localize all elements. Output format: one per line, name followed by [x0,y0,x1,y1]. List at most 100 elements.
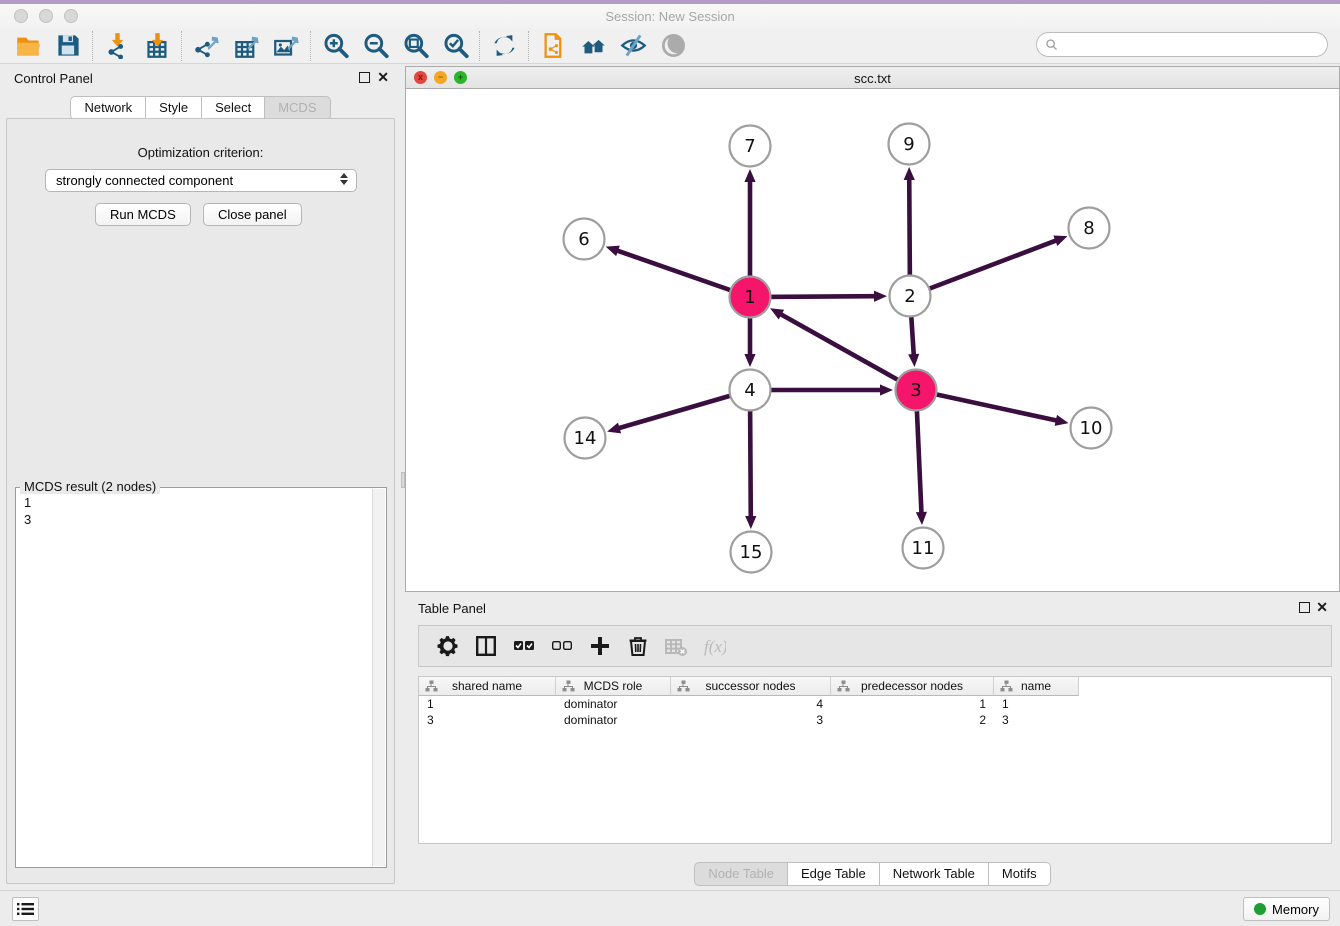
column-header-name[interactable]: name [994,677,1079,696]
deselect-all-icon [550,634,574,658]
duplicate-network-button[interactable] [533,30,573,62]
hide-panel-button[interactable] [613,30,653,62]
tab-edge-table[interactable]: Edge Table [788,862,880,886]
edge-arrow-icon [916,512,927,525]
table-cell[interactable]: 1 [994,696,1079,712]
float-panel-icon[interactable] [359,72,370,83]
float-table-panel-icon[interactable] [1299,602,1310,613]
tab-network[interactable]: Network [70,96,146,120]
list-icon [17,902,34,916]
table-row[interactable]: 1dominator411 [419,696,1331,712]
network-window-titlebar[interactable]: x−+ scc.txt [406,67,1339,89]
table-cell[interactable]: 3 [671,712,831,728]
edge-2-8[interactable] [910,240,1057,296]
export-image-button[interactable] [266,30,306,62]
delete-table-icon [664,634,688,658]
table-cell[interactable]: 1 [419,696,556,712]
graph-node-10[interactable]: 10 [1071,408,1112,449]
edge-3-1[interactable] [780,314,916,390]
column-header-successor-nodes[interactable]: successor nodes [671,677,831,696]
export-table-icon [233,32,260,59]
import-table-icon [144,32,171,59]
column-header-shared-name[interactable]: shared name [419,677,556,696]
network-canvas[interactable]: 7 9 6 8 1 2 4 3 14 10 15 11 [406,89,1339,591]
graph-node-8[interactable]: 8 [1069,208,1110,249]
mcds-result-text[interactable]: 1 3 [16,490,368,865]
edge-3-10[interactable] [916,390,1058,421]
graph-node-15[interactable]: 15 [731,532,772,573]
network-graph[interactable]: 7 9 6 8 1 2 4 3 14 10 15 11 [406,89,1339,591]
zoom-fit-button[interactable] [395,30,435,62]
graph-node-7[interactable]: 7 [730,126,771,167]
tab-motifs[interactable]: Motifs [989,862,1051,886]
svg-text:14: 14 [574,428,597,449]
table-cell[interactable]: 3 [419,712,556,728]
graph-node-9[interactable]: 9 [889,124,930,165]
tab-select[interactable]: Select [202,96,265,120]
import-table-button[interactable] [137,30,177,62]
toggle-view-button[interactable] [653,30,693,62]
export-table-button[interactable] [226,30,266,62]
mcds-result-scrollbar[interactable] [372,489,385,866]
delete-column-button[interactable] [619,628,657,664]
save-session-button[interactable] [48,30,88,62]
table-cell[interactable]: dominator [556,712,671,728]
task-history-button[interactable] [12,897,39,921]
control-panel-header: Control Panel ✕ [0,64,401,90]
edge-arrow-icon [1053,236,1067,246]
tab-mcds[interactable]: MCDS [265,96,330,120]
svg-text:1: 1 [744,287,755,308]
close-panel-icon[interactable]: ✕ [377,72,389,83]
memory-status-icon [1254,903,1266,915]
control-panel-tabs: NetworkStyleSelectMCDS [0,96,401,120]
table-settings-button[interactable] [429,628,467,664]
search-box[interactable] [1036,32,1328,57]
table-cell[interactable]: 3 [994,712,1079,728]
tab-network-table[interactable]: Network Table [880,862,989,886]
open-session-button[interactable] [8,30,48,62]
zoom-in-icon [322,32,349,59]
search-input[interactable] [1059,35,1327,55]
split-panel-button[interactable] [467,628,505,664]
table-row[interactable]: 3dominator323 [419,712,1331,728]
refresh-button[interactable] [484,30,524,62]
graph-node-11[interactable]: 11 [903,528,944,569]
graph-node-1[interactable]: 1 [730,277,771,318]
graph-node-14[interactable]: 14 [565,418,606,459]
graph-node-4[interactable]: 4 [730,370,771,411]
table-settings-icon [436,634,460,658]
zoom-selected-button[interactable] [435,30,475,62]
graph-node-3[interactable]: 3 [896,370,937,411]
graph-node-2[interactable]: 2 [890,276,931,317]
zoom-out-button[interactable] [355,30,395,62]
memory-button[interactable]: Memory [1243,897,1330,921]
run-mcds-button[interactable]: Run MCDS [95,203,191,226]
optimization-criterion-select[interactable]: strongly connected component [45,169,357,192]
zoom-in-button[interactable] [315,30,355,62]
close-table-panel-icon[interactable]: ✕ [1316,602,1328,613]
column-tree-icon [425,680,438,692]
import-network-button[interactable] [97,30,137,62]
table-toolbar: f(x) [418,625,1332,667]
status-bar: Memory [0,890,1340,926]
tab-node-table[interactable]: Node Table [694,862,788,886]
network-view-window: x−+ scc.txt 7 9 6 8 1 2 4 3 14 10 15 11 [405,66,1340,592]
select-arrows-icon [340,173,348,185]
home-layout-button[interactable] [573,30,613,62]
add-column-button[interactable] [581,628,619,664]
splitter-grip[interactable] [401,472,405,488]
svg-text:8: 8 [1083,218,1094,239]
column-header-predecessor-nodes[interactable]: predecessor nodes [831,677,994,696]
toolbar-group [311,31,480,61]
deselect-all-button[interactable] [543,628,581,664]
column-header-MCDS-role[interactable]: MCDS role [556,677,671,696]
table-cell[interactable]: 1 [831,696,994,712]
table-cell[interactable]: dominator [556,696,671,712]
close-panel-button[interactable]: Close panel [203,203,302,226]
table-cell[interactable]: 4 [671,696,831,712]
export-network-button[interactable] [186,30,226,62]
tab-style[interactable]: Style [146,96,202,120]
table-cell[interactable]: 2 [831,712,994,728]
graph-node-6[interactable]: 6 [564,219,605,260]
select-all-button[interactable] [505,628,543,664]
